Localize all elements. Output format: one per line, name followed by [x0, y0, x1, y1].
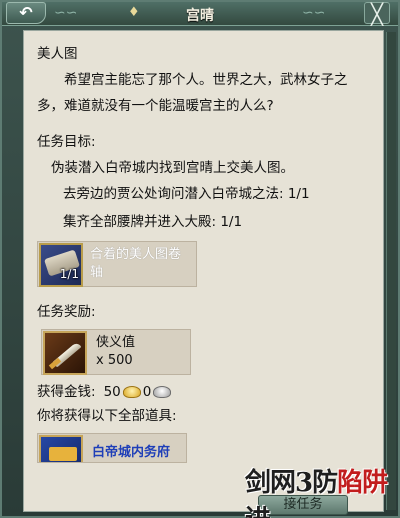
required-item-name: 合着的美人图卷轴: [90, 247, 182, 280]
reward-item-name: 白帝城内务府: [92, 445, 171, 460]
reward-item-qty: x 500: [96, 353, 133, 368]
all-items-label: 你将获得以下全部道具:: [37, 408, 177, 424]
quest-scroll-area[interactable]: 美人图 希望宫主能忘了那个人。世界之大，武林女子之多，难道就没有一个能温暖宫主的…: [37, 41, 372, 463]
money-reward-row: 获得金钱: 50 0: [37, 381, 372, 403]
objectives-heading: 任务目标:: [37, 134, 96, 150]
chest-icon: [39, 435, 83, 462]
objective-item: 去旁边的贾公处询问潜入白帝城之法: 1/1: [63, 186, 310, 202]
required-item-slot[interactable]: 1/1 合着的美人图卷轴: [37, 241, 197, 287]
item-count: 1/1: [59, 267, 79, 281]
gold-ingot-icon: [122, 386, 141, 398]
close-button[interactable]: ╳: [364, 2, 390, 26]
title-bar[interactable]: ↶ ∽∽ ♦ 宫晴 ∽∽ ╳: [2, 2, 398, 26]
rewards-heading: 任务奖励:: [37, 304, 96, 320]
quest-content-panel[interactable]: 美人图 希望宫主能忘了那个人。世界之大，武林女子之多，难道就没有一个能温暖宫主的…: [23, 30, 384, 512]
quest-description: 希望宫主能忘了那个人。世界之大，武林女子之多，难道就没有一个能温暖宫主的人么?: [37, 72, 348, 114]
close-icon: ╳: [370, 2, 384, 26]
silver-amount: 0: [142, 384, 152, 400]
gold-amount: 50: [103, 384, 121, 400]
scroll-painting-icon: 1/1: [39, 243, 83, 287]
money-label: 获得金钱:: [37, 384, 96, 400]
quest-name: 美人图: [37, 46, 78, 62]
site-watermark-logo: 剑网3防陷阱进: [245, 468, 388, 518]
sword-icon: [43, 331, 87, 375]
reward-item-slot[interactable]: 白帝城内务府: [37, 433, 187, 463]
objective-item: 伪装潜入白帝城内找到宫晴上交美人图。: [51, 160, 294, 176]
quest-dialog-window: ↶ ∽∽ ♦ 宫晴 ∽∽ ╳ 美人图 希望宫主能忘了那个人。世界之大，武林女子之…: [0, 0, 400, 518]
reward-item-name: 侠义值: [96, 335, 136, 350]
cloud-ornament-icon: ∽∽: [302, 5, 326, 21]
silver-ingot-icon: [153, 386, 172, 398]
objective-item: 集齐全部腰牌并进入大殿: 1/1: [63, 214, 243, 230]
window-title: 宫晴: [186, 8, 214, 24]
scrollbar[interactable]: [386, 32, 396, 510]
reward-item-slot[interactable]: 侠义值 x 500: [41, 329, 191, 375]
